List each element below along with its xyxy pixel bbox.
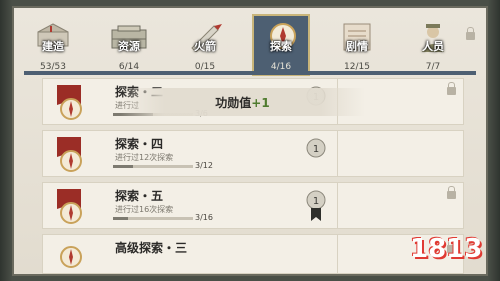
- achievement-title: 探索・五: [115, 189, 164, 203]
- tab-divider: [24, 71, 476, 75]
- achievement-desc: 进行过16次探索: [115, 205, 174, 214]
- lock-icon: [447, 186, 456, 199]
- achievement-row[interactable]: 高级探索・三: [42, 234, 464, 274]
- progress-fill: [113, 217, 129, 220]
- compass-medal-icon: [60, 246, 82, 268]
- medal-icon: 1: [306, 190, 326, 221]
- tab-resources[interactable]: 资源 6/14: [100, 16, 158, 74]
- tab-label: 火箭: [194, 40, 216, 53]
- tab-personnel[interactable]: 人员 7/7: [404, 16, 462, 74]
- progress-bar: [113, 217, 193, 220]
- row-divider: [337, 183, 338, 228]
- reward-toast: 功勋值+1: [120, 88, 365, 116]
- tab-build[interactable]: 建造 53/53: [24, 16, 82, 74]
- tab-label: 探索: [270, 40, 292, 53]
- achievement-desc: 进行过12次探索: [115, 153, 174, 162]
- progress-text: 3/16: [195, 213, 213, 222]
- lock-icon: [447, 82, 456, 95]
- red-flag-icon: [57, 189, 82, 224]
- tab-label: 资源: [118, 40, 140, 53]
- svg-text:1: 1: [313, 196, 319, 207]
- tab-rocket[interactable]: 火箭 0/15: [176, 16, 234, 74]
- row-divider: [337, 131, 338, 176]
- svg-text:1: 1: [313, 144, 319, 155]
- site-watermark-logo: 1813: [404, 226, 496, 276]
- progress-fill: [113, 165, 133, 168]
- toast-value: +1: [251, 96, 270, 110]
- tab-label: 建造: [42, 40, 64, 53]
- achievement-row[interactable]: 探索・四 进行过12次探索 3/12 1: [42, 130, 464, 177]
- achievement-row[interactable]: 探索・五 进行过16次探索 3/16 1: [42, 182, 464, 229]
- tab-label: 人员: [422, 40, 444, 53]
- progress-bar: [113, 165, 193, 168]
- tab-label: 剧情: [346, 40, 368, 53]
- red-flag-icon: [57, 85, 82, 120]
- row-divider: [337, 235, 338, 273]
- achievement-title: 探索・四: [115, 137, 164, 151]
- tab-explore[interactable]: 探索 4/16: [252, 14, 310, 76]
- tab-story[interactable]: 剧情 12/15: [328, 16, 386, 74]
- red-flag-icon: [57, 137, 82, 172]
- category-tabs: 建造 53/53 资源 6/14 火箭 0/15 探索 4/16 剧情 12/1…: [24, 14, 476, 76]
- toast-label: 功勋值: [215, 96, 252, 110]
- progress-text: 3/12: [195, 161, 213, 170]
- watermark-text: 1813: [410, 234, 483, 264]
- lock-icon: [466, 27, 475, 40]
- medal-icon: 1: [306, 138, 326, 158]
- achievement-title: 高级探索・三: [115, 241, 188, 255]
- achievement-screen: 建造 53/53 资源 6/14 火箭 0/15 探索 4/16 剧情 12/1…: [0, 0, 500, 281]
